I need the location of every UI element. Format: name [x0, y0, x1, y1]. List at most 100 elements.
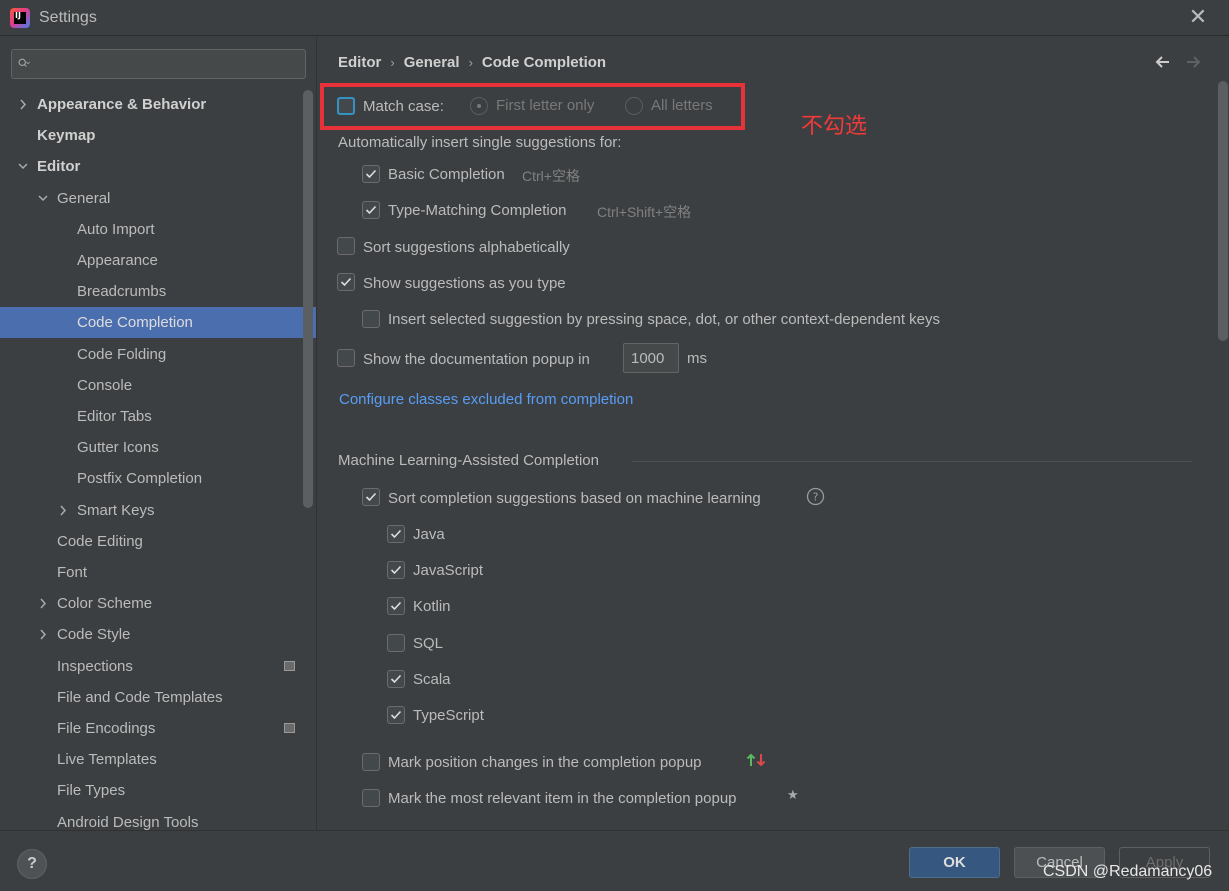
sidebar-item[interactable]: Smart Keys [0, 495, 303, 526]
sidebar-item[interactable]: Android Design Tools [0, 807, 303, 830]
chevron-right-icon[interactable] [37, 619, 49, 650]
configure-excluded-classes-link[interactable]: Configure classes excluded from completi… [339, 391, 633, 408]
insert-selected-checkbox[interactable] [362, 310, 380, 328]
show-as-type-checkbox[interactable] [337, 273, 355, 291]
sidebar-item[interactable]: Keymap [0, 120, 303, 151]
breadcrumb-item[interactable]: Editor [338, 54, 381, 71]
basic-completion-shortcut: Ctrl+空格 [522, 168, 580, 184]
sidebar-item[interactable]: File Encodings [0, 713, 303, 744]
back-arrow-icon[interactable] [1153, 52, 1173, 72]
checkmark-icon [365, 169, 377, 179]
language-checkbox[interactable] [387, 597, 405, 616]
language-label: TypeScript [413, 707, 484, 724]
settings-content: Editor › General › Code Completion Match cas… [316, 37, 1229, 830]
insert-selected-label: Insert selected suggestion by pressing s… [388, 311, 940, 328]
sidebar-item[interactable]: Inspections [0, 651, 303, 682]
language-checkbox[interactable] [387, 525, 405, 543]
breadcrumb-item[interactable]: General [404, 54, 460, 71]
project-level-icon [284, 723, 295, 733]
position-change-arrows-icon [746, 753, 766, 767]
help-button[interactable]: ? [17, 849, 47, 879]
sidebar-item[interactable]: Font [0, 557, 303, 588]
sidebar-scrollbar[interactable] [303, 90, 313, 508]
sidebar-item[interactable]: Code Style [0, 619, 303, 650]
language-checkbox[interactable] [387, 633, 405, 652]
language-label: Java [413, 526, 445, 543]
mark-position-checkbox[interactable] [362, 753, 380, 771]
sidebar-item[interactable]: Code Editing [0, 526, 303, 557]
sidebar-item-label: Editor Tabs [77, 408, 152, 425]
ml-sort-label: Sort completion suggestions based on mac… [388, 490, 761, 507]
chevron-down-icon[interactable] [37, 183, 49, 214]
checkmark-icon [390, 710, 402, 720]
watermark: CSDN @Redamancy06 [1043, 863, 1213, 880]
sidebar-item-label: Code Style [57, 626, 131, 644]
chevron-right-icon[interactable] [57, 495, 69, 526]
sidebar-item[interactable]: Console [0, 370, 303, 401]
sidebar-item-label: File Encodings [57, 720, 156, 737]
doc-popup-checkbox[interactable] [337, 349, 355, 367]
chevron-right-icon[interactable] [37, 588, 49, 619]
sidebar-item[interactable]: Live Templates [0, 744, 303, 775]
search-icon [18, 58, 31, 67]
window-title: Settings [39, 9, 97, 26]
basic-completion-label: Basic Completion [388, 166, 505, 183]
svg-text:?: ? [813, 491, 819, 504]
type-matching-shortcut: Ctrl+Shift+空格 [597, 204, 692, 220]
dialog-footer: ? OK Cancel Apply CSDN @Redamancy06 [0, 830, 1229, 891]
sidebar-item-label: Gutter Icons [77, 439, 159, 457]
breadcrumb: Editor › General › Code Completion [338, 54, 606, 71]
sidebar-item[interactable]: Code Completion [0, 307, 316, 339]
annotation-text: 不勾选 [801, 114, 868, 139]
sidebar-item[interactable]: Postfix Completion [0, 463, 303, 494]
language-checkbox[interactable] [387, 706, 405, 724]
sidebar-item[interactable]: Auto Import [0, 214, 303, 245]
search-input[interactable] [11, 49, 306, 79]
sidebar-item[interactable]: Appearance & Behavior [0, 89, 303, 120]
breadcrumb-separator: › [468, 55, 473, 70]
mark-relevant-label: Mark the most relevant item in the compl… [388, 790, 737, 807]
ok-button[interactable]: OK [909, 847, 1000, 878]
ml-sort-checkbox[interactable] [362, 488, 380, 506]
mark-position-label: Mark position changes in the completion … [388, 754, 702, 771]
settings-sidebar: Appearance & Behavior Keymap Editor General… [0, 37, 316, 830]
type-matching-checkbox[interactable] [362, 201, 380, 219]
sidebar-item-label: Color Scheme [57, 595, 153, 613]
doc-popup-delay-input[interactable] [623, 343, 679, 373]
chevron-right-icon[interactable] [17, 89, 29, 120]
sort-alphabetically-label: Sort suggestions alphabetically [363, 239, 570, 256]
sidebar-item-label: Console [77, 376, 133, 394]
close-icon[interactable]: ✕ [1186, 6, 1210, 30]
sidebar-item[interactable]: Appearance [0, 245, 303, 276]
breadcrumb-separator: › [390, 55, 395, 70]
sidebar-item-label: Live Templates [57, 751, 157, 769]
checkmark-icon [390, 566, 402, 575]
sidebar-item[interactable]: File Types [0, 775, 303, 806]
sidebar-item[interactable]: Editor [0, 151, 303, 182]
forward-arrow-icon[interactable] [1183, 52, 1203, 72]
sidebar-item[interactable]: Color Scheme [0, 588, 303, 619]
language-checkbox[interactable] [387, 561, 405, 580]
project-level-icon [284, 660, 295, 671]
sidebar-item-label: Appearance & Behavior [37, 96, 207, 113]
mark-relevant-checkbox[interactable] [362, 789, 380, 807]
language-label: JavaScript [413, 562, 484, 580]
language-label: SQL [413, 634, 444, 652]
sidebar-item[interactable]: Editor Tabs [0, 401, 303, 432]
type-matching-label: Type-Matching Completion [388, 202, 567, 219]
intellij-app-icon: IJ [10, 8, 30, 28]
sidebar-item[interactable]: Breadcrumbs [0, 276, 303, 307]
basic-completion-checkbox[interactable] [362, 165, 380, 183]
sidebar-item[interactable]: File and Code Templates [0, 682, 303, 713]
chevron-down-icon[interactable] [17, 151, 29, 182]
checkmark-icon [390, 529, 402, 539]
content-scrollbar[interactable] [1218, 81, 1228, 341]
language-checkbox[interactable] [387, 669, 405, 688]
sidebar-item[interactable]: General [0, 183, 303, 214]
help-circle-icon[interactable]: ? [806, 487, 825, 506]
sidebar-item[interactable]: Code Folding [0, 339, 303, 370]
sidebar-item-label: Editor [37, 158, 81, 176]
sidebar-item-label: Android Design Tools [57, 813, 199, 830]
sidebar-item[interactable]: Gutter Icons [0, 432, 303, 463]
sort-alphabetically-checkbox[interactable] [337, 237, 355, 255]
